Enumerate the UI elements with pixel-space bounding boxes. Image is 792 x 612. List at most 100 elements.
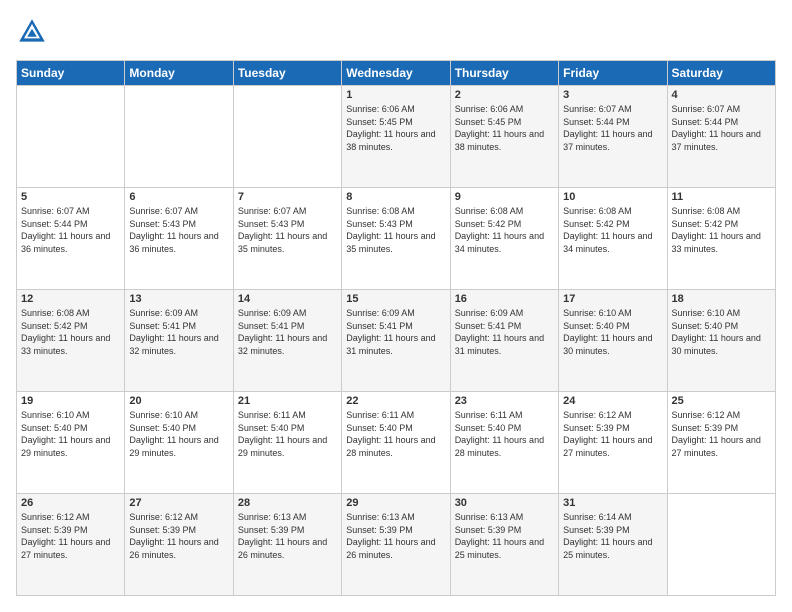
day-number: 23 (455, 395, 554, 407)
day-number: 18 (672, 293, 771, 305)
calendar-cell: 4 Sunrise: 6:07 AMSunset: 5:44 PMDaylight… (667, 86, 775, 188)
day-info: Sunrise: 6:12 AMSunset: 5:39 PMDaylight:… (672, 409, 771, 459)
calendar-cell: 25 Sunrise: 6:12 AMSunset: 5:39 PMDayligh… (667, 392, 775, 494)
day-info: Sunrise: 6:06 AMSunset: 5:45 PMDaylight:… (455, 103, 554, 153)
day-info: Sunrise: 6:10 AMSunset: 5:40 PMDaylight:… (563, 307, 662, 357)
calendar-cell: 24 Sunrise: 6:12 AMSunset: 5:39 PMDayligh… (559, 392, 667, 494)
calendar-cell (667, 494, 775, 596)
day-info: Sunrise: 6:08 AMSunset: 5:43 PMDaylight:… (346, 205, 445, 255)
calendar-header-sunday: Sunday (17, 61, 125, 86)
day-info: Sunrise: 6:12 AMSunset: 5:39 PMDaylight:… (129, 511, 228, 561)
day-number: 28 (238, 497, 337, 509)
day-info: Sunrise: 6:07 AMSunset: 5:44 PMDaylight:… (672, 103, 771, 153)
calendar-cell: 3 Sunrise: 6:07 AMSunset: 5:44 PMDaylight… (559, 86, 667, 188)
calendar-cell: 27 Sunrise: 6:12 AMSunset: 5:39 PMDayligh… (125, 494, 233, 596)
day-number: 16 (455, 293, 554, 305)
day-number: 24 (563, 395, 662, 407)
day-info: Sunrise: 6:08 AMSunset: 5:42 PMDaylight:… (563, 205, 662, 255)
day-number: 13 (129, 293, 228, 305)
day-number: 27 (129, 497, 228, 509)
day-number: 22 (346, 395, 445, 407)
calendar-cell (233, 86, 341, 188)
calendar-cell: 13 Sunrise: 6:09 AMSunset: 5:41 PMDayligh… (125, 290, 233, 392)
calendar-table: SundayMondayTuesdayWednesdayThursdayFrid… (16, 60, 776, 596)
day-info: Sunrise: 6:08 AMSunset: 5:42 PMDaylight:… (21, 307, 120, 357)
day-info: Sunrise: 6:13 AMSunset: 5:39 PMDaylight:… (455, 511, 554, 561)
day-info: Sunrise: 6:09 AMSunset: 5:41 PMDaylight:… (129, 307, 228, 357)
calendar-cell: 30 Sunrise: 6:13 AMSunset: 5:39 PMDayligh… (450, 494, 558, 596)
day-number: 12 (21, 293, 120, 305)
day-info: Sunrise: 6:13 AMSunset: 5:39 PMDaylight:… (238, 511, 337, 561)
day-number: 19 (21, 395, 120, 407)
day-number: 8 (346, 191, 445, 203)
day-info: Sunrise: 6:09 AMSunset: 5:41 PMDaylight:… (238, 307, 337, 357)
day-number: 10 (563, 191, 662, 203)
calendar-cell: 8 Sunrise: 6:08 AMSunset: 5:43 PMDaylight… (342, 188, 450, 290)
calendar-cell: 14Sunrise: 6:09 AMSunset: 5:41 PMDayligh… (233, 290, 341, 392)
calendar-week-4: 19 Sunrise: 6:10 AMSunset: 5:40 PMDayligh… (17, 392, 776, 494)
day-info: Sunrise: 6:07 AMSunset: 5:43 PMDaylight:… (238, 205, 337, 255)
calendar-cell: 22 Sunrise: 6:11 AMSunset: 5:40 PMDayligh… (342, 392, 450, 494)
day-info: Sunrise: 6:09 AMSunset: 5:41 PMDaylight:… (455, 307, 554, 357)
day-number: 26 (21, 497, 120, 509)
day-number: 3 (563, 89, 662, 101)
calendar-header-monday: Monday (125, 61, 233, 86)
day-info: Sunrise: 6:07 AMSunset: 5:43 PMDaylight:… (129, 205, 228, 255)
calendar-cell: 2 Sunrise: 6:06 AMSunset: 5:45 PMDaylight… (450, 86, 558, 188)
day-number: 9 (455, 191, 554, 203)
day-number: 2 (455, 89, 554, 101)
calendar-cell: 15Sunrise: 6:09 AMSunset: 5:41 PMDayligh… (342, 290, 450, 392)
day-number: 31 (563, 497, 662, 509)
day-info: Sunrise: 6:12 AMSunset: 5:39 PMDaylight:… (563, 409, 662, 459)
day-info: Sunrise: 6:14 AMSunset: 5:39 PMDaylight:… (563, 511, 662, 561)
day-info: Sunrise: 6:07 AMSunset: 5:44 PMDaylight:… (21, 205, 120, 255)
calendar-cell: 28 Sunrise: 6:13 AMSunset: 5:39 PMDayligh… (233, 494, 341, 596)
calendar-cell: 11 Sunrise: 6:08 AMSunset: 5:42 PMDayligh… (667, 188, 775, 290)
day-number: 7 (238, 191, 337, 203)
calendar-cell: 17Sunrise: 6:10 AMSunset: 5:40 PMDayligh… (559, 290, 667, 392)
day-info: Sunrise: 6:07 AMSunset: 5:44 PMDaylight:… (563, 103, 662, 153)
calendar-week-2: 5 Sunrise: 6:07 AMSunset: 5:44 PMDaylight… (17, 188, 776, 290)
day-info: Sunrise: 6:13 AMSunset: 5:39 PMDaylight:… (346, 511, 445, 561)
calendar-cell (125, 86, 233, 188)
day-info: Sunrise: 6:10 AMSunset: 5:40 PMDaylight:… (672, 307, 771, 357)
calendar-cell: 1 Sunrise: 6:06 AMSunset: 5:45 PMDaylight… (342, 86, 450, 188)
day-info: Sunrise: 6:08 AMSunset: 5:42 PMDaylight:… (455, 205, 554, 255)
calendar-cell: 29 Sunrise: 6:13 AMSunset: 5:39 PMDayligh… (342, 494, 450, 596)
day-info: Sunrise: 6:11 AMSunset: 5:40 PMDaylight:… (346, 409, 445, 459)
calendar-cell: 16 Sunrise: 6:09 AMSunset: 5:41 PMDayligh… (450, 290, 558, 392)
day-number: 21 (238, 395, 337, 407)
day-number: 29 (346, 497, 445, 509)
day-info: Sunrise: 6:11 AMSunset: 5:40 PMDaylight:… (238, 409, 337, 459)
calendar-cell: 5 Sunrise: 6:07 AMSunset: 5:44 PMDaylight… (17, 188, 125, 290)
calendar-cell: 21 Sunrise: 6:11 AMSunset: 5:40 PMDayligh… (233, 392, 341, 494)
calendar-cell: 18 Sunrise: 6:10 AMSunset: 5:40 PMDayligh… (667, 290, 775, 392)
calendar-week-1: 1 Sunrise: 6:06 AMSunset: 5:45 PMDaylight… (17, 86, 776, 188)
day-info: Sunrise: 6:09 AMSunset: 5:41 PMDaylight:… (346, 307, 445, 357)
calendar-cell: 19 Sunrise: 6:10 AMSunset: 5:40 PMDayligh… (17, 392, 125, 494)
logo-icon (16, 16, 48, 48)
day-number: 20 (129, 395, 228, 407)
day-number: 4 (672, 89, 771, 101)
day-number: 25 (672, 395, 771, 407)
calendar-cell: 31 Sunrise: 6:14 AMSunset: 5:39 PMDayligh… (559, 494, 667, 596)
calendar-cell (17, 86, 125, 188)
day-info: Sunrise: 6:08 AMSunset: 5:42 PMDaylight:… (672, 205, 771, 255)
calendar-cell: 7 Sunrise: 6:07 AMSunset: 5:43 PMDaylight… (233, 188, 341, 290)
calendar-header-row: SundayMondayTuesdayWednesdayThursdayFrid… (17, 61, 776, 86)
day-info: Sunrise: 6:06 AMSunset: 5:45 PMDaylight:… (346, 103, 445, 153)
calendar-week-3: 12 Sunrise: 6:08 AMSunset: 5:42 PMDayligh… (17, 290, 776, 392)
calendar-cell: 12 Sunrise: 6:08 AMSunset: 5:42 PMDayligh… (17, 290, 125, 392)
day-number: 11 (672, 191, 771, 203)
day-info: Sunrise: 6:11 AMSunset: 5:40 PMDaylight:… (455, 409, 554, 459)
calendar-cell: 26Sunrise: 6:12 AMSunset: 5:39 PMDayligh… (17, 494, 125, 596)
day-info: Sunrise: 6:10 AMSunset: 5:40 PMDaylight:… (21, 409, 120, 459)
calendar-week-5: 26 Sunrise: 6:12 AMSunset: 5:39 PMDayligh… (17, 494, 776, 596)
day-number: 1 (346, 89, 445, 101)
day-number: 5 (21, 191, 120, 203)
calendar-header-tuesday: Tuesday (233, 61, 341, 86)
day-number: 30 (455, 497, 554, 509)
day-info: Sunrise: 6:10 AMSunset: 5:40 PMDaylight:… (129, 409, 228, 459)
calendar-header-friday: Friday (559, 61, 667, 86)
page-header (16, 16, 776, 48)
